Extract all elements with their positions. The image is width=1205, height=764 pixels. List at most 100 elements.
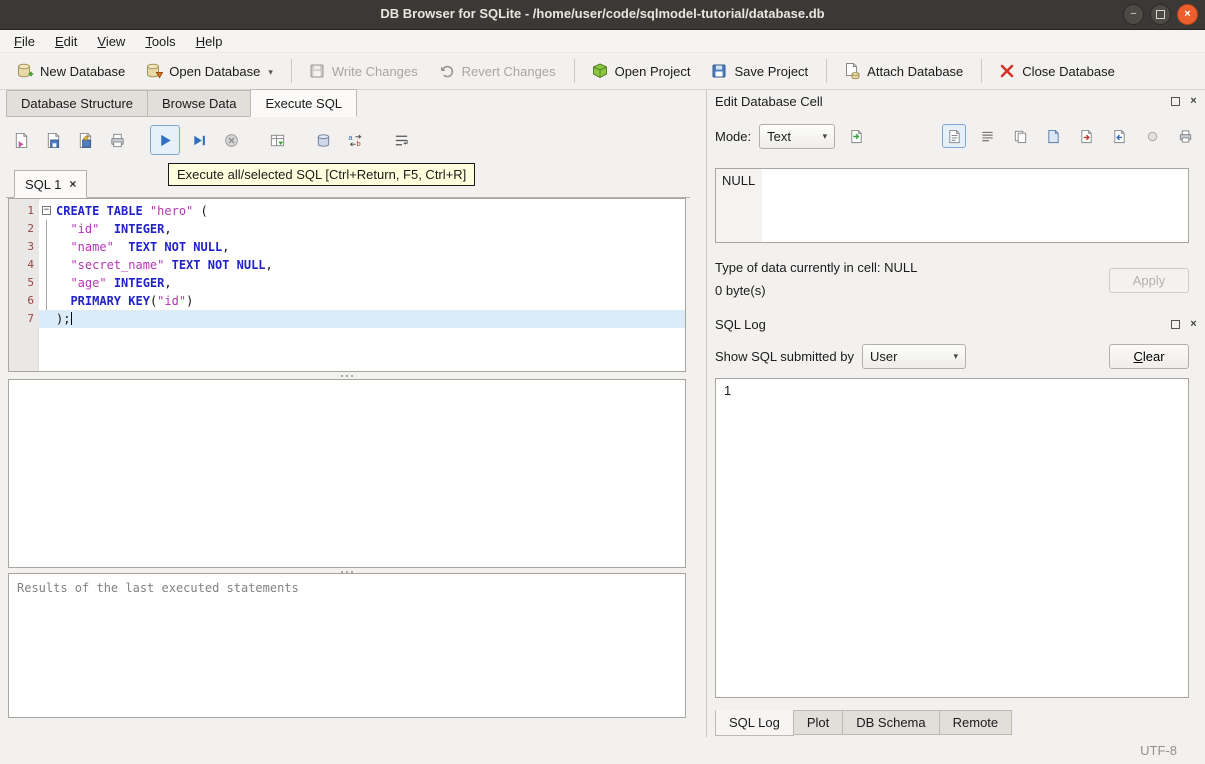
write-changes-button: Write Changes	[302, 58, 424, 84]
print-button[interactable]	[104, 127, 130, 153]
code-lines: 1− CREATE TABLE "hero" (2 "id" INTEGER, 3 …	[9, 199, 685, 328]
toolbar-separator	[573, 59, 575, 83]
right-dock: Edit Database Cell × Mode: Text ▾ NULL Ty…	[706, 90, 1205, 737]
dock-tab-bar: SQL Log Plot DB Schema Remote	[715, 710, 1013, 736]
main-tab-bar: Database Structure Browse Data Execute S…	[6, 89, 705, 117]
code-line-1[interactable]: 1− CREATE TABLE "hero" (	[9, 202, 685, 220]
execute-sql-page: ab SQL 1 × 1− CREATE TABLE "hero" (2 "id"…	[0, 117, 704, 737]
dock-tab-db-schema[interactable]: DB Schema	[842, 710, 940, 735]
tab-browse-data[interactable]: Browse Data	[147, 90, 252, 117]
sql-code-editor[interactable]: 1− CREATE TABLE "hero" (2 "id" INTEGER, 3 …	[8, 198, 686, 372]
clear-log-button[interactable]: Clear	[1109, 344, 1189, 369]
results-placeholder: Results of the last executed statements	[17, 581, 299, 595]
open-project-button[interactable]: Open Project	[585, 58, 697, 84]
write-changes-icon	[308, 62, 326, 80]
find-replace-button[interactable]: ab	[342, 127, 368, 153]
code-line-7[interactable]: 7);	[9, 310, 685, 328]
splitter-handle[interactable]	[8, 372, 686, 379]
open-database-button[interactable]: Open Database ▾	[139, 58, 279, 84]
maximize-button[interactable]	[1150, 4, 1171, 25]
submitter-select[interactable]: User ▾	[861, 343, 966, 369]
open-project-icon	[591, 62, 609, 80]
toolbar-separator	[981, 59, 983, 83]
float-panel-icon[interactable]	[1170, 96, 1181, 107]
attach-database-button[interactable]: Attach Database	[837, 58, 969, 84]
window-controls: − ×	[1123, 4, 1198, 25]
cell-size-info: 0 byte(s)	[715, 283, 766, 298]
toolbar-separator	[826, 59, 828, 83]
word-wrap-cell-button[interactable]	[975, 124, 999, 148]
stop-button	[218, 127, 244, 153]
text-mode-button[interactable]	[942, 124, 966, 148]
cell-editor[interactable]: NULL	[715, 168, 1189, 243]
execute-all-button[interactable]	[150, 125, 180, 155]
word-wrap-button[interactable]	[388, 127, 414, 153]
export-results-button[interactable]	[264, 127, 290, 153]
sql-tab-label: SQL 1	[25, 176, 62, 192]
open-database-dropdown-icon[interactable]: ▾	[268, 67, 273, 80]
code-line-6[interactable]: 6 PRIMARY KEY("id")	[9, 292, 685, 310]
close-button[interactable]: ×	[1177, 4, 1198, 25]
sql-editor-toolbar: ab	[8, 125, 420, 155]
dock-tab-plot[interactable]: Plot	[792, 710, 844, 735]
close-panel-icon[interactable]: ×	[1188, 318, 1199, 330]
toolbar-separator	[290, 59, 292, 83]
minimize-button[interactable]: −	[1123, 4, 1144, 25]
close-database-button[interactable]: Close Database	[992, 58, 1121, 84]
code-line-3[interactable]: 3 "name" TEXT NOT NULL,	[9, 238, 685, 256]
encoding-indicator: UTF-8	[1140, 743, 1177, 758]
print-cell-button[interactable]	[1173, 124, 1197, 148]
menu-tools[interactable]: Tools	[135, 31, 185, 52]
apply-button[interactable]: Apply	[1109, 268, 1189, 293]
code-line-2[interactable]: 2 "id" INTEGER,	[9, 220, 685, 238]
new-database-icon	[16, 62, 34, 80]
set-null-button	[1140, 124, 1164, 148]
code-line-4[interactable]: 4 "secret_name" TEXT NOT NULL,	[9, 256, 685, 274]
statusbar: UTF-8	[0, 737, 1205, 764]
tab-database-structure[interactable]: Database Structure	[6, 90, 149, 117]
save-cell-button[interactable]	[1041, 124, 1065, 148]
menu-view[interactable]: View	[87, 31, 135, 52]
dock-tab-sql-log[interactable]: SQL Log	[715, 710, 794, 736]
svg-text:a: a	[348, 133, 353, 142]
import-data-button[interactable]	[844, 124, 868, 148]
edit-cell-header: Edit Database Cell ×	[715, 92, 1199, 110]
close-database-icon	[998, 62, 1016, 80]
code-line-5[interactable]: 5 "age" INTEGER,	[9, 274, 685, 292]
edit-cell-title: Edit Database Cell	[715, 93, 823, 109]
database-tools-button[interactable]	[310, 127, 336, 153]
titlebar[interactable]: DB Browser for SQLite - /home/user/code/…	[0, 0, 1205, 30]
svg-text:b: b	[356, 139, 360, 148]
new-database-button[interactable]: New Database	[10, 58, 131, 84]
results-grid[interactable]	[8, 379, 686, 568]
menu-file[interactable]: File	[4, 31, 45, 52]
log-line-number: 1	[724, 383, 732, 398]
cell-type-info: Type of data currently in cell: NULL	[715, 260, 918, 275]
sql-tab-1[interactable]: SQL 1 ×	[14, 170, 88, 198]
sql-log-area[interactable]: 1	[715, 378, 1189, 698]
save-project-button[interactable]: Save Project	[704, 58, 814, 84]
save-sql-file-button[interactable]	[40, 127, 66, 153]
edit-cell-toolbar: Mode: Text ▾	[715, 122, 1197, 150]
fold-marker-icon[interactable]: −	[42, 206, 51, 215]
menu-help[interactable]: Help	[186, 31, 233, 52]
export-cell-button[interactable]	[1074, 124, 1098, 148]
import-cell-button[interactable]	[1107, 124, 1131, 148]
cell-value: NULL	[722, 173, 756, 188]
menubar: File Edit View Tools Help	[0, 30, 1205, 53]
mode-select[interactable]: Text ▾	[759, 123, 836, 149]
results-log[interactable]: Results of the last executed statements	[8, 573, 686, 718]
copy-cell-button[interactable]	[1008, 124, 1032, 148]
app-window: DB Browser for SQLite - /home/user/code/…	[0, 0, 1205, 764]
dock-tab-remote[interactable]: Remote	[938, 710, 1013, 735]
sql-log-header: SQL Log ×	[715, 315, 1199, 333]
menu-edit[interactable]: Edit	[45, 31, 87, 52]
tab-execute-sql[interactable]: Execute SQL	[250, 89, 358, 117]
float-panel-icon[interactable]	[1170, 319, 1181, 330]
save-sql-as-button[interactable]	[72, 127, 98, 153]
execute-current-line-button[interactable]	[186, 127, 212, 153]
close-tab-icon[interactable]: ×	[69, 177, 76, 191]
window-title: DB Browser for SQLite - /home/user/code/…	[380, 6, 825, 21]
close-panel-icon[interactable]: ×	[1188, 95, 1199, 107]
open-sql-file-button[interactable]	[8, 127, 34, 153]
